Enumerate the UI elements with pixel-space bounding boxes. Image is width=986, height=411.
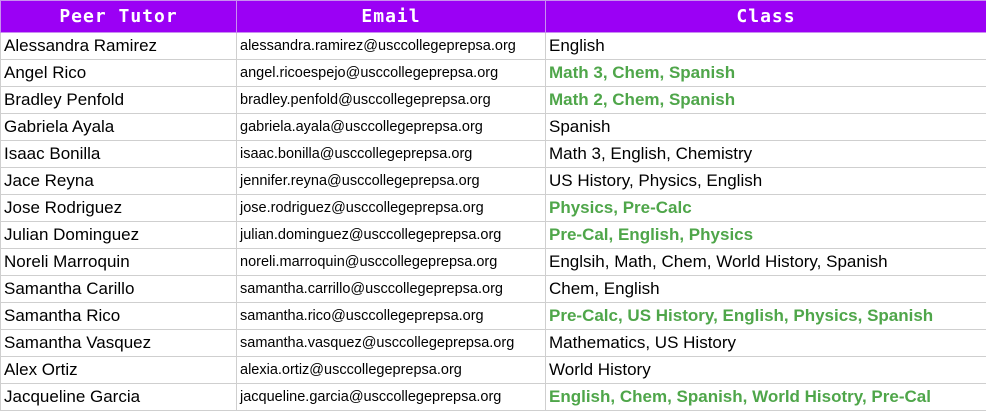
cell-peer-tutor[interactable]: Alessandra Ramirez (0, 32, 237, 60)
header-row: Peer Tutor Email Class (0, 0, 986, 33)
cell-peer-tutor[interactable]: Samantha Vasquez (0, 329, 237, 357)
table-row: Bradley Penfold bradley.penfold@usccolleg… (0, 86, 986, 114)
cell-peer-tutor[interactable]: Jose Rodriguez (0, 194, 237, 222)
cell-peer-tutor[interactable]: Bradley Penfold (0, 86, 237, 114)
cell-class[interactable]: World History (545, 356, 986, 384)
cell-class[interactable]: Mathematics, US History (545, 329, 986, 357)
table-row: Angel Rico angel.ricoespejo@usccollegepre… (0, 59, 986, 87)
cell-email[interactable]: isaac.bonilla@usccollegeprepsa.org (236, 140, 546, 168)
cell-email[interactable]: jose.rodriguez@usccollegeprepsa.org (236, 194, 546, 222)
cell-peer-tutor[interactable]: Noreli Marroquin (0, 248, 237, 276)
cell-class[interactable]: US History, Physics, English (545, 167, 986, 195)
table-row: Alessandra Ramirez alessandra.ramirez@usc… (0, 32, 986, 60)
cell-peer-tutor[interactable]: Isaac Bonilla (0, 140, 237, 168)
cell-email[interactable]: gabriela.ayala@usccollegeprepsa.org (236, 113, 546, 141)
cell-class[interactable]: Physics, Pre-Calc (545, 194, 986, 222)
header-class[interactable]: Class (545, 0, 986, 33)
table-row: Noreli Marroquin noreli.marroquin@usccoll… (0, 248, 986, 276)
cell-class[interactable]: Pre-Cal, English, Physics (545, 221, 986, 249)
cell-email[interactable]: samantha.vasquez@usccollegeprepsa.org (236, 329, 546, 357)
header-peer-tutor[interactable]: Peer Tutor (0, 0, 237, 33)
peer-tutor-table: Peer Tutor Email Class Alessandra Ramire… (0, 0, 986, 411)
cell-class[interactable]: Englsih, Math, Chem, World History, Span… (545, 248, 986, 276)
cell-class[interactable]: Spanish (545, 113, 986, 141)
cell-email[interactable]: samantha.carrillo@usccollegeprepsa.org (236, 275, 546, 303)
table-row: Alex Ortiz alexia.ortiz@usccollegeprepsa.… (0, 356, 986, 384)
cell-peer-tutor[interactable]: Julian Dominguez (0, 221, 237, 249)
cell-peer-tutor[interactable]: Samantha Carillo (0, 275, 237, 303)
cell-email[interactable]: jacqueline.garcia@usccollegeprepsa.org (236, 383, 546, 411)
cell-email[interactable]: julian.dominguez@usccollegeprepsa.org (236, 221, 546, 249)
table-row: Jacqueline Garcia jacqueline.garcia@uscco… (0, 383, 986, 411)
cell-email[interactable]: jennifer.reyna@usccollegeprepsa.org (236, 167, 546, 195)
table-body: Alessandra Ramirez alessandra.ramirez@usc… (0, 32, 986, 411)
cell-email[interactable]: angel.ricoespejo@usccollegeprepsa.org (236, 59, 546, 87)
cell-email[interactable]: noreli.marroquin@usccollegeprepsa.org (236, 248, 546, 276)
peer-tutor-sheet: Peer Tutor Email Class Alessandra Ramire… (0, 0, 986, 411)
cell-email[interactable]: alessandra.ramirez@usccollegeprepsa.org (236, 32, 546, 60)
cell-class[interactable]: Chem, English (545, 275, 986, 303)
table-row: Gabriela Ayala gabriela.ayala@usccollegep… (0, 113, 986, 141)
table-row: Samantha Rico samantha.rico@usccollegepre… (0, 302, 986, 330)
cell-peer-tutor[interactable]: Angel Rico (0, 59, 237, 87)
table-row: Jace Reyna jennifer.reyna@usccollegepreps… (0, 167, 986, 195)
cell-class[interactable]: English, Chem, Spanish, World Hisotry, P… (545, 383, 986, 411)
cell-email[interactable]: bradley.penfold@usccollegeprepsa.org (236, 86, 546, 114)
table-row: Jose Rodriguez jose.rodriguez@usccollegep… (0, 194, 986, 222)
cell-peer-tutor[interactable]: Alex Ortiz (0, 356, 237, 384)
cell-email[interactable]: samantha.rico@usccollegeprepsa.org (236, 302, 546, 330)
table-row: Julian Dominguez julian.dominguez@usccoll… (0, 221, 986, 249)
cell-peer-tutor[interactable]: Gabriela Ayala (0, 113, 237, 141)
table-row: Samantha Carillo samantha.carrillo@usccol… (0, 275, 986, 303)
table-row: Isaac Bonilla isaac.bonilla@usccollegepre… (0, 140, 986, 168)
cell-class[interactable]: English (545, 32, 986, 60)
cell-peer-tutor[interactable]: Jace Reyna (0, 167, 237, 195)
cell-class[interactable]: Math 3, English, Chemistry (545, 140, 986, 168)
header-email[interactable]: Email (236, 0, 546, 33)
cell-class[interactable]: Math 2, Chem, Spanish (545, 86, 986, 114)
cell-peer-tutor[interactable]: Samantha Rico (0, 302, 237, 330)
table-row: Samantha Vasquez samantha.vasquez@usccoll… (0, 329, 986, 357)
cell-class[interactable]: Math 3, Chem, Spanish (545, 59, 986, 87)
cell-peer-tutor[interactable]: Jacqueline Garcia (0, 383, 237, 411)
cell-email[interactable]: alexia.ortiz@usccollegeprepsa.org (236, 356, 546, 384)
cell-class[interactable]: Pre-Calc, US History, English, Physics, … (545, 302, 986, 330)
